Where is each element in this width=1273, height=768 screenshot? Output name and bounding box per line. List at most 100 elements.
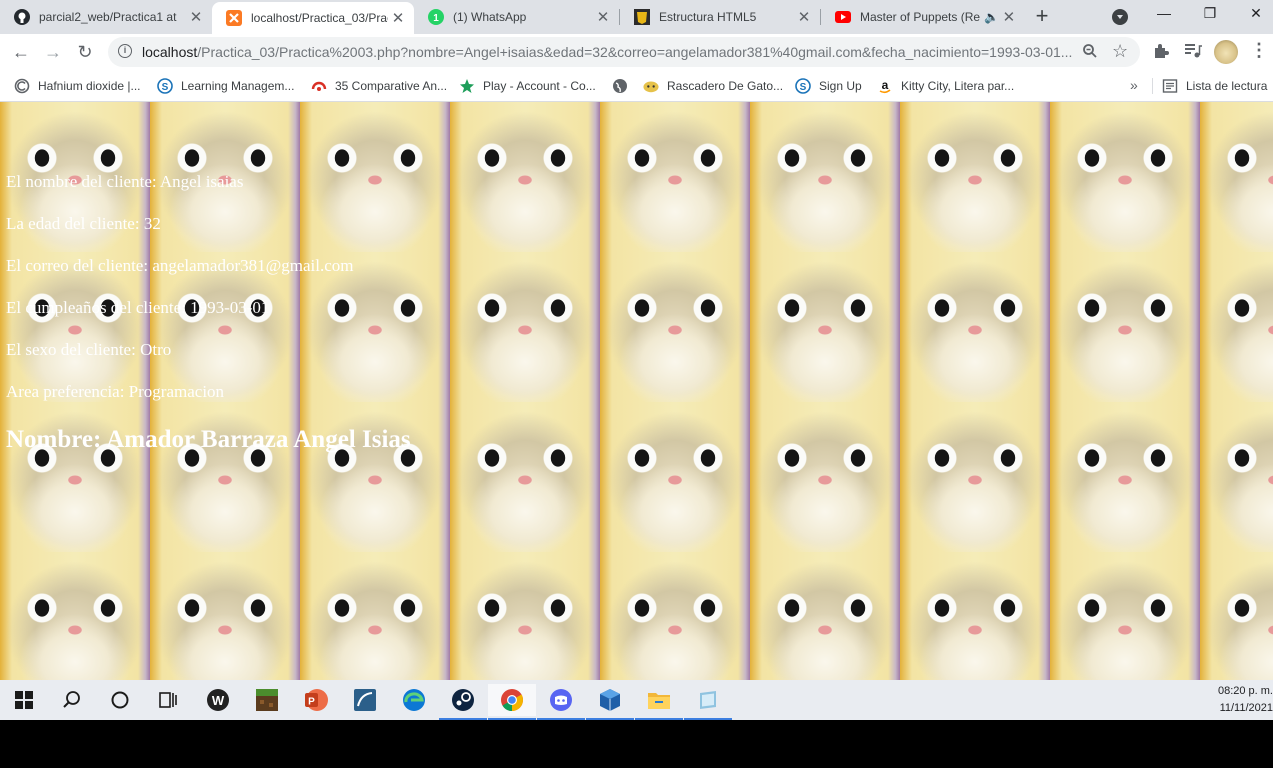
tab-title: Estructura HTML5 <box>659 10 757 24</box>
task-view-icon[interactable] <box>144 684 192 716</box>
url-host: localhost <box>142 44 198 60</box>
xampp-icon <box>226 10 242 26</box>
tab-title: Master of Puppets (Re <box>860 10 981 24</box>
close-icon[interactable]: ✕ <box>794 8 814 26</box>
bookmark-item[interactable] <box>612 77 636 95</box>
file-explorer-icon[interactable] <box>635 684 683 720</box>
page-heading: Nombre: Amador Barraza Angel Isias <box>6 426 411 453</box>
new-tab-button[interactable]: + <box>1030 5 1054 29</box>
bookmark-label: Sign Up <box>819 79 862 93</box>
html5-icon <box>634 9 650 25</box>
close-icon[interactable]: ✕ <box>593 8 613 26</box>
reading-list-icon <box>1162 78 1178 94</box>
star-icon <box>459 78 475 94</box>
bookmark-label: Kitty City, Litera par... <box>901 79 1015 93</box>
maximize-button[interactable]: ❐ <box>1198 5 1222 25</box>
bookmark-item[interactable]: Rascadero De Gato... <box>643 77 783 95</box>
tab-title: localhost/Practica_03/Prac <box>251 11 388 25</box>
media-control-icon[interactable] <box>1184 43 1202 64</box>
clock-date: 11/11/2021 <box>1219 702 1273 714</box>
tab-github[interactable]: parcial2_web/Practica1 at ✕ <box>0 0 212 34</box>
browser-toolbar: ← → ↻ i localhost/Practica_03/Practica%2… <box>0 34 1273 70</box>
bookmark-label: 35 Comparative An... <box>335 79 448 93</box>
tab-youtube[interactable]: Master of Puppets (Re 🔈 ✕ <box>821 0 1021 34</box>
whatsapp-icon: 1 <box>428 9 444 25</box>
wamp-icon[interactable]: W <box>194 684 242 716</box>
bookmark-item[interactable]: S Learning Managem... <box>157 77 294 95</box>
windows-start-icon[interactable] <box>0 684 48 716</box>
github-icon <box>14 9 30 25</box>
tablet-app-icon[interactable] <box>684 684 732 720</box>
bookmark-item[interactable]: Hafnium dioxide |... <box>14 77 141 95</box>
bookmark-label: Hafnium dioxide |... <box>38 79 141 93</box>
edge-icon[interactable] <box>390 684 438 716</box>
url-path: /Practica_03/Practica%2003.php?nombre=An… <box>197 44 1072 60</box>
bookmarks-separator <box>1152 78 1153 94</box>
close-icon[interactable]: ✕ <box>388 9 408 27</box>
bookmark-label: Play - Account - Co... <box>483 79 596 93</box>
bookmark-label: Rascadero De Gato... <box>667 79 784 93</box>
svg-text:1: 1 <box>433 13 439 24</box>
client-birthday-line: El cumpleaños del cliente: 1993-03-01 <box>6 298 270 317</box>
address-bar[interactable]: i localhost/Practica_03/Practica%2003.ph… <box>108 37 1140 67</box>
client-area-line: Area preferencia: Programacion <box>6 382 225 401</box>
youtube-icon <box>835 9 851 25</box>
reading-list-label: Lista de lectura <box>1186 79 1268 93</box>
svg-text:W: W <box>212 693 225 708</box>
forward-button[interactable]: → <box>40 39 66 65</box>
bookmark-item[interactable]: 35 Comparative An... <box>311 77 447 95</box>
minimize-button[interactable]: — <box>1152 5 1176 25</box>
tab-html5[interactable]: Estructura HTML5 ✕ <box>620 0 820 34</box>
url-text[interactable]: localhost/Practica_03/Practica%2003.php?… <box>142 44 1072 60</box>
bookmark-star-icon[interactable]: ☆ <box>1112 41 1128 62</box>
amazon-icon: a <box>877 78 893 94</box>
close-window-button[interactable]: ✕ <box>1244 5 1268 25</box>
steam-icon[interactable] <box>439 684 487 720</box>
discord-icon[interactable] <box>537 684 585 720</box>
screen-bottom-area <box>0 720 1273 768</box>
bookmark-item[interactable]: Play - Account - Co... <box>459 77 596 95</box>
page-content: El nombre del cliente: Angel isaias La e… <box>0 102 1273 680</box>
profile-avatar[interactable] <box>1214 40 1238 64</box>
cat-face-icon <box>643 78 659 94</box>
powerpoint-icon[interactable]: P <box>292 684 340 716</box>
reload-button[interactable]: ↻ <box>72 39 98 65</box>
s-logo-icon: S <box>795 78 811 94</box>
tab-strip: parcial2_web/Practica1 at ✕ localhost/Pr… <box>0 0 1273 34</box>
zoom-icon[interactable] <box>1082 43 1098 64</box>
back-button[interactable]: ← <box>8 39 34 65</box>
tab-title: parcial2_web/Practica1 at <box>39 10 177 24</box>
chrome-icon[interactable] <box>488 684 536 720</box>
client-name-line: El nombre del cliente: Angel isaias <box>6 172 244 191</box>
virtualbox-icon[interactable] <box>586 684 634 720</box>
bookmarks-overflow-button[interactable]: » <box>1130 77 1138 93</box>
cortana-icon[interactable] <box>96 684 144 716</box>
browser-menu-icon[interactable]: ⋮ <box>1250 40 1268 61</box>
s-logo-icon: S <box>157 78 173 94</box>
tab-search-icon[interactable] <box>1112 9 1128 25</box>
speaker-icon[interactable]: 🔈 <box>984 10 999 24</box>
tab-whatsapp[interactable]: 1 (1) WhatsApp ✕ <box>414 0 619 34</box>
bookmark-item[interactable]: a Kitty City, Litera par... <box>877 77 1014 95</box>
mysql-workbench-icon[interactable] <box>341 684 389 716</box>
tab-localhost[interactable]: localhost/Practica_03/Prac ✕ <box>212 2 414 34</box>
minecraft-icon[interactable] <box>243 684 291 716</box>
svg-text:S: S <box>162 82 169 93</box>
search-icon[interactable] <box>48 684 96 716</box>
windows-taskbar: W P 08:20 p. m. 11/11/2021 <box>0 680 1273 720</box>
close-icon[interactable]: ✕ <box>186 8 206 26</box>
globe-icon <box>612 78 628 94</box>
bookmark-label: Learning Managem... <box>181 79 295 93</box>
site-info-icon[interactable]: i <box>118 44 132 58</box>
svg-text:P: P <box>308 697 315 708</box>
bookmark-item[interactable]: S Sign Up <box>795 77 862 95</box>
svg-text:a: a <box>882 78 889 92</box>
rays-icon <box>311 78 327 94</box>
reading-list-button[interactable]: Lista de lectura <box>1162 77 1267 95</box>
client-email-line: El correo del cliente: angelamador381@gm… <box>6 256 354 275</box>
extensions-icon[interactable] <box>1152 42 1170 65</box>
system-clock[interactable]: 08:20 p. m. 11/11/2021 <box>1200 683 1273 717</box>
close-icon[interactable]: ✕ <box>999 8 1019 26</box>
bookmarks-bar: Hafnium dioxide |... S Learning Managem.… <box>0 70 1273 102</box>
client-sex-line: El sexo del cliente: Otro <box>6 340 172 359</box>
